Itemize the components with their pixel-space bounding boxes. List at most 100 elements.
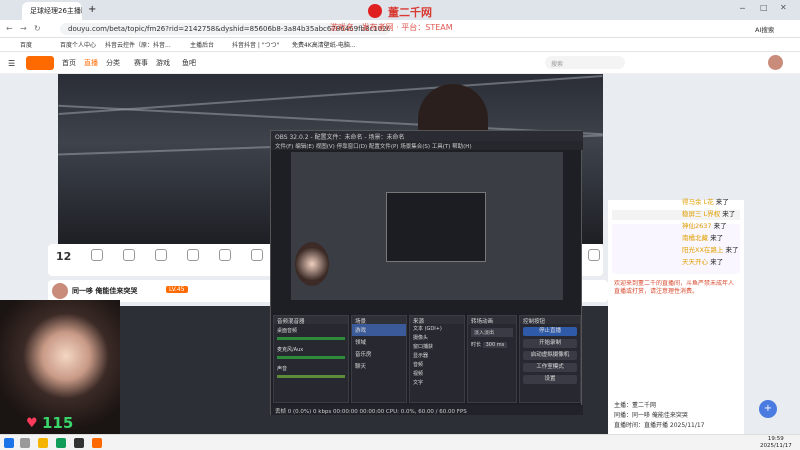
source-item[interactable]: 文本 (GDI+) bbox=[410, 324, 464, 333]
source-item[interactable]: 视频 bbox=[410, 369, 464, 378]
refresh-icon[interactable]: ↻ bbox=[34, 24, 41, 33]
settings-button[interactable]: 设置 bbox=[523, 375, 577, 384]
obs-preview[interactable] bbox=[291, 152, 563, 300]
obs-menu-item[interactable]: 视图(V) bbox=[316, 144, 335, 150]
share-icon[interactable] bbox=[150, 249, 172, 263]
duration-label: 时长 bbox=[471, 342, 482, 348]
site-header: ☰ 首页 直播 分类 赛事 游戏 鱼吧 搜索 bbox=[0, 52, 800, 74]
nav-events[interactable]: 赛事 bbox=[134, 58, 148, 68]
gift-icon[interactable] bbox=[86, 249, 108, 263]
source-item[interactable]: 文字 bbox=[410, 378, 464, 387]
site-search-input[interactable]: 搜索 bbox=[545, 56, 625, 69]
obs-window: OBS 32.0.2 - 配置文件：未命名 - 场景：未命名 文件(F) 编辑(… bbox=[270, 130, 583, 415]
obs-menu-item[interactable]: 工具(T) bbox=[432, 144, 451, 150]
bookmark-item[interactable]: 免费4K高清壁纸-电脑... bbox=[292, 40, 356, 49]
scene-item[interactable]: 游戏 bbox=[352, 324, 406, 336]
xiaohongshu-logo-icon bbox=[368, 4, 382, 18]
bag-icon[interactable] bbox=[246, 249, 268, 263]
menu-icon[interactable]: ☰ bbox=[8, 59, 15, 68]
obs-menu-item[interactable]: 配置文件(P) bbox=[369, 144, 399, 150]
transition-select[interactable]: 淡入淡出 bbox=[471, 328, 513, 337]
footer-line: 同播：同一哆 俺能佳来突哭 bbox=[614, 412, 688, 419]
studio-mode-button[interactable]: 工作室模式 bbox=[523, 363, 577, 372]
chat-enter-item: 稳屏三 L界权 来了 bbox=[682, 210, 736, 218]
obs-title: OBS 32.0.2 - 配置文件：未命名 - 场景：未命名 bbox=[271, 131, 583, 141]
obs-transitions-dock: 转场动画 淡入淡出 时长 300 ms bbox=[467, 315, 517, 403]
obs-menu-item[interactable]: 帮助(H) bbox=[452, 144, 471, 150]
overlay-logo-text: 董二千网 bbox=[388, 6, 432, 19]
footer-line: 主播：董二千网 bbox=[614, 402, 657, 409]
douyu-logo-icon[interactable] bbox=[26, 56, 54, 70]
stream-overlay-banner: 董二千网 游戏名 · 发布者网 · 平台：STEAM bbox=[300, 4, 500, 38]
source-item[interactable]: 窗口捕获 bbox=[410, 342, 464, 351]
nav-games[interactable]: 游戏 bbox=[156, 58, 170, 68]
chat-sidebar: 欢迎来到董二千的直播间，斗鱼严禁未成年人直播或打赏，请注意理性消费。 主播：董二… bbox=[608, 200, 744, 436]
float-action-icon[interactable]: + bbox=[759, 400, 777, 418]
start-recording-button[interactable]: 开始录制 bbox=[523, 339, 577, 348]
obs-menu-item[interactable]: 停靠窗口(D) bbox=[337, 144, 368, 150]
obs-sources-dock: 来源 文本 (GDI+) 摄像头 窗口捕获 显示器 音频 视频 文字 bbox=[409, 315, 465, 403]
douyu-icon[interactable] bbox=[92, 438, 102, 448]
nav-home[interactable]: 首页 bbox=[62, 58, 76, 68]
mixer-channel: 桌面音频 bbox=[277, 328, 298, 334]
chat-enter-item: 得马余 L花 来了 bbox=[682, 198, 729, 206]
streamer-avatar[interactable] bbox=[52, 283, 68, 299]
source-item[interactable]: 显示器 bbox=[410, 351, 464, 360]
clock[interactable]: 19:59 2025/11/17 bbox=[760, 436, 792, 450]
scene-item[interactable]: 音乐房 bbox=[352, 348, 406, 360]
preview-webcam bbox=[295, 242, 329, 286]
footer-line: 直播时间：直播开播 2025/11/17 bbox=[614, 422, 705, 429]
chat-enter-item: 阳光XX在路上 来了 bbox=[682, 246, 739, 254]
forward-icon[interactable]: → bbox=[20, 24, 27, 33]
search-icon[interactable] bbox=[20, 438, 30, 448]
tab-title: 足球经理26主播职 bbox=[30, 7, 82, 15]
start-icon[interactable] bbox=[4, 438, 14, 448]
fans-icon[interactable] bbox=[118, 249, 140, 263]
card-icon[interactable] bbox=[214, 249, 236, 263]
nav-live[interactable]: 直播 bbox=[84, 58, 98, 68]
virtual-camera-button[interactable]: 启动虚拟摄像机 bbox=[523, 351, 577, 360]
duration-input[interactable]: 300 ms bbox=[482, 342, 508, 348]
back-icon[interactable]: ← bbox=[6, 24, 13, 33]
bookmark-item[interactable]: 百度个人中心 bbox=[60, 40, 96, 49]
bookmark-item[interactable]: 抖音抖音 | "つつ" bbox=[232, 40, 279, 49]
source-item[interactable]: 音频 bbox=[410, 360, 464, 369]
obs-menu-bar: 文件(F) 编辑(E) 视图(V) 停靠窗口(D) 配置文件(P) 场景集合(S… bbox=[271, 141, 583, 150]
close-icon[interactable]: ✕ bbox=[780, 3, 787, 12]
scene-item[interactable]: 领域 bbox=[352, 336, 406, 348]
nested-preview bbox=[386, 192, 486, 262]
maximize-icon[interactable]: □ bbox=[760, 3, 768, 12]
bookmark-item[interactable]: 抖音云控件（原：抖音... bbox=[105, 40, 171, 49]
file-explorer-icon[interactable] bbox=[38, 438, 48, 448]
webcam-overlay: ♥ 115 bbox=[0, 300, 120, 440]
obs-controls-dock: 控制按钮 停止直播 开始录制 启动虚拟摄像机 工作室模式 设置 bbox=[519, 315, 581, 403]
webcam-score: 115 bbox=[42, 414, 74, 432]
mixer-channel: 麦克风/Aux bbox=[277, 347, 304, 353]
scene-item[interactable]: 聊天 bbox=[352, 360, 406, 372]
new-tab-icon[interactable]: + bbox=[88, 4, 96, 15]
nav-category[interactable]: 分类 bbox=[106, 58, 120, 68]
overlay-subtitle: 游戏名 · 发布者网 · 平台：STEAM bbox=[330, 23, 453, 32]
obs-menu-item[interactable]: 场景集合(S) bbox=[400, 144, 430, 150]
nav-fishbar[interactable]: 鱼吧 bbox=[182, 58, 196, 68]
stop-stream-button[interactable]: 停止直播 bbox=[523, 327, 577, 336]
minimize-icon[interactable]: ─ bbox=[740, 4, 745, 13]
obs-scenes-dock: 场景 游戏 领域 音乐房 聊天 bbox=[351, 315, 407, 403]
obs-menu-item[interactable]: 编辑(E) bbox=[295, 144, 314, 150]
chat-enter-item: 天天开心 来了 bbox=[682, 258, 724, 266]
bookmark-item[interactable]: 百度 bbox=[20, 40, 32, 49]
avatar[interactable] bbox=[768, 55, 783, 70]
ai-search-button[interactable]: AI搜索 bbox=[755, 24, 774, 34]
obs-mixer-dock: 音频混音器 桌面音频 麦克风/Aux 声音 bbox=[273, 315, 349, 403]
bookmark-item[interactable]: 主播后台 bbox=[190, 40, 214, 49]
source-item[interactable]: 摄像头 bbox=[410, 333, 464, 342]
browser-icon[interactable] bbox=[56, 438, 66, 448]
level-badge: LV.45 bbox=[166, 286, 188, 293]
chat-notice: 欢迎来到董二千的直播间，斗鱼严禁未成年人直播或打赏，请注意理性消费。 bbox=[614, 280, 735, 295]
obs-icon[interactable] bbox=[74, 438, 84, 448]
browser-tab[interactable]: 足球经理26主播职 bbox=[22, 2, 82, 20]
streamer-name: 同一哆 俺能佳来突哭 bbox=[72, 287, 138, 295]
obs-menu-item[interactable]: 文件(F) bbox=[275, 144, 293, 150]
voice-icon[interactable] bbox=[182, 249, 204, 263]
expand-icon[interactable] bbox=[583, 249, 605, 263]
